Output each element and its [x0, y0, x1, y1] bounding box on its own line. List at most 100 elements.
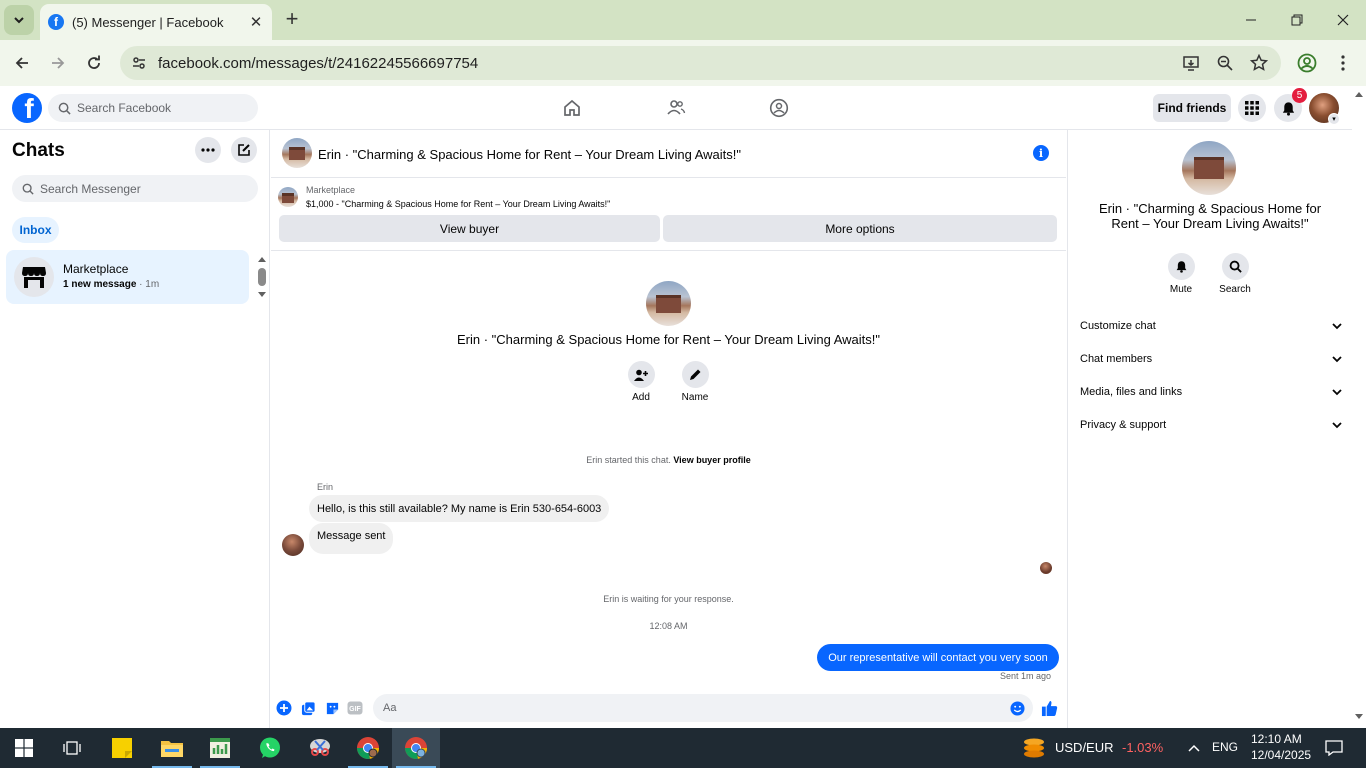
like-thumbs-up-icon[interactable] [1040, 699, 1058, 717]
listing-title[interactable]: $1,000 - "Charming & Spacious Home for R… [306, 199, 610, 209]
chat-members-section[interactable]: Chat members [1080, 349, 1342, 369]
name-chat-action[interactable]: Name [665, 361, 725, 403]
start-button[interactable] [0, 728, 48, 768]
view-buyer-button[interactable]: View buyer [279, 215, 660, 242]
chrome-icon [357, 737, 379, 759]
compose-icon [238, 144, 250, 156]
more-actions-plus-icon[interactable] [275, 699, 293, 717]
input-language[interactable]: ENG [1212, 740, 1238, 754]
snipping-tool-app[interactable] [296, 728, 344, 768]
browser-menu-button[interactable] [1328, 48, 1358, 78]
tab-search-button[interactable] [4, 5, 34, 35]
inbox-filter-tab[interactable]: Inbox [12, 217, 59, 243]
privacy-support-section[interactable]: Privacy & support [1080, 415, 1342, 435]
site-info-icon[interactable] [122, 55, 156, 71]
bell-icon [1167, 253, 1195, 280]
section-label: Chat members [1080, 353, 1153, 365]
seen-indicator-avatar [1040, 562, 1052, 574]
chevron-up-icon [1188, 744, 1200, 752]
nav-groups[interactable] [767, 96, 791, 120]
message-input[interactable]: Aa [373, 694, 1033, 722]
messenger-search-input[interactable]: Search Messenger [12, 175, 258, 202]
mute-button[interactable]: Mute [1154, 253, 1208, 295]
more-options-button[interactable]: More options [663, 215, 1057, 242]
add-person-icon [627, 361, 655, 388]
sticky-notes-app[interactable] [98, 728, 146, 768]
zoom-icon[interactable] [1213, 51, 1237, 75]
clock-time[interactable]: 12:10 AM [1251, 732, 1302, 746]
message-timestamp: 12:08 AM [649, 621, 688, 631]
media-files-links-section[interactable]: Media, files and links [1080, 382, 1342, 402]
facebook-header: f Search Facebook Find friends ▾ [0, 86, 1352, 130]
chat-started-text: Erin started this chat. [586, 455, 671, 465]
arrow-right-icon [52, 57, 65, 69]
reload-button[interactable] [79, 48, 109, 78]
profile-button[interactable] [1292, 48, 1322, 78]
chrome-app-active[interactable] [392, 728, 440, 768]
account-chevron-icon[interactable]: ▾ [1328, 113, 1340, 125]
waiting-notice: Erin is waiting for your response. [603, 594, 734, 604]
minimize-button[interactable] [1228, 4, 1274, 36]
tray-overflow-button[interactable] [1180, 728, 1208, 768]
gif-icon[interactable]: GIF [346, 699, 364, 717]
chat-list-item[interactable]: Marketplace 1 new message · 1m [6, 250, 249, 304]
view-buyer-profile-link[interactable]: View buyer profile [673, 455, 750, 465]
chevron-down-icon [1332, 323, 1342, 330]
chrome-app[interactable] [344, 728, 392, 768]
whatsapp-app[interactable] [246, 728, 294, 768]
chevron-down-icon [14, 17, 24, 24]
bookmark-star-icon[interactable] [1247, 51, 1271, 75]
conversation-avatar[interactable] [282, 138, 312, 168]
page-scrollbar[interactable] [1352, 86, 1366, 728]
close-window-button[interactable] [1320, 4, 1366, 36]
nav-home[interactable] [560, 96, 584, 120]
outgoing-message[interactable]: Our representative will contact you very… [817, 644, 1059, 671]
incoming-message[interactable]: Message sent [309, 523, 394, 554]
forward-button[interactable] [43, 48, 73, 78]
browser-tab[interactable]: f (5) Messenger | Facebook ✕ [40, 4, 272, 40]
close-tab-icon[interactable]: ✕ [246, 12, 266, 32]
stock-widget-icon[interactable] [1012, 728, 1056, 768]
clock-date[interactable]: 12/04/2025 [1251, 748, 1311, 762]
incoming-message[interactable]: Hello, is this still available? My name … [309, 495, 610, 522]
restore-button[interactable] [1274, 4, 1320, 36]
action-center-button[interactable] [1316, 728, 1352, 768]
windows-logo-icon [15, 739, 33, 757]
spreadsheet-app[interactable] [196, 728, 244, 768]
chevron-down-icon [1332, 356, 1342, 363]
listing-thumbnail[interactable] [278, 187, 298, 207]
menu-button[interactable] [1238, 94, 1266, 122]
file-explorer-app[interactable] [148, 728, 196, 768]
marketplace-label: Marketplace [306, 185, 356, 195]
task-view-button[interactable] [48, 728, 96, 768]
back-button[interactable] [7, 48, 37, 78]
info-icon[interactable]: i [1033, 145, 1049, 161]
add-people-action[interactable]: Add [611, 361, 671, 403]
chat-list-scrollbar[interactable] [256, 254, 268, 300]
sticker-icon[interactable] [323, 699, 341, 717]
new-message-button[interactable] [231, 137, 257, 163]
chevron-down-icon [1332, 422, 1342, 429]
facebook-favicon-icon: f [48, 14, 64, 30]
new-tab-button[interactable]: + [281, 6, 303, 31]
attach-photo-icon[interactable] [299, 699, 317, 717]
customize-chat-section[interactable]: Customize chat [1080, 316, 1342, 336]
chat-options-button[interactable] [195, 137, 221, 163]
ticker-symbol[interactable]: USD/EUR [1055, 740, 1114, 755]
mute-label: Mute [1169, 284, 1193, 295]
find-friends-button[interactable]: Find friends [1153, 94, 1231, 122]
sender-avatar[interactable] [282, 534, 304, 556]
address-bar[interactable]: facebook.com/messages/t/2416224556669775… [120, 46, 1281, 80]
search-in-chat-button[interactable]: Search [1208, 253, 1262, 295]
intro-title: Erin · "Charming & Spacious Home for Ren… [456, 332, 880, 347]
conversation-title[interactable]: Erin · "Charming & Spacious Home for Ren… [318, 147, 741, 162]
facebook-logo-icon[interactable]: f [12, 93, 42, 123]
chat-name: Marketplace [63, 262, 129, 276]
details-avatar[interactable] [1182, 141, 1236, 195]
url-text[interactable]: facebook.com/messages/t/2416224556669775… [158, 55, 1179, 72]
emoji-icon[interactable] [1010, 700, 1025, 716]
install-app-icon[interactable] [1179, 51, 1203, 75]
nav-friends[interactable] [664, 96, 688, 120]
ticker-change[interactable]: -1.03% [1122, 740, 1163, 755]
facebook-search-input[interactable]: Search Facebook [48, 94, 258, 122]
